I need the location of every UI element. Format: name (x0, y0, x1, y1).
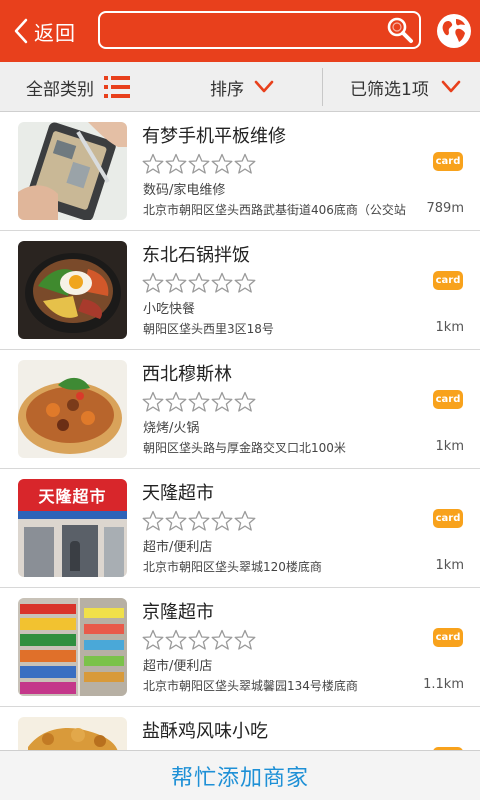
merchant-distance: 789m (426, 201, 464, 216)
merchant-address: 朝阳区垡头西里3区18号 (143, 322, 274, 336)
merchant-address: 北京市朝阳区垡头西路武基街道406底商（公交站 (143, 203, 406, 217)
star-outline-icon (142, 391, 164, 412)
list-item[interactable]: 京隆超市 超市/便利店 北京市朝阳区垡头翠城馨园134号楼底商 1.1km ca… (0, 588, 480, 707)
star-outline-icon (142, 510, 164, 531)
star-outline-icon (142, 272, 164, 293)
star-outline-icon (165, 272, 187, 293)
selected-filter-label: 已筛选1项 (350, 79, 429, 100)
star-outline-icon (188, 629, 210, 650)
list-icon (104, 76, 130, 98)
rating-stars (142, 272, 257, 294)
merchant-address: 北京市朝阳区垡头翠城馨园134号楼底商 (143, 679, 358, 693)
globe-icon[interactable] (436, 13, 472, 49)
merchant-distance: 1km (435, 439, 464, 454)
merchant-distance: 1km (435, 558, 464, 573)
merchant-name: 西北穆斯林 (142, 364, 232, 385)
merchant-distance: 1km (435, 320, 464, 335)
list-item[interactable]: 东北石锅拌饭 小吃快餐 朝阳区垡头西里3区18号 1km card (0, 231, 480, 350)
search-icon[interactable] (385, 15, 415, 45)
merchant-name: 东北石锅拌饭 (142, 245, 250, 266)
chevron-down-icon (441, 80, 461, 93)
merchant-distance: 1.1km (423, 677, 464, 692)
merchant-name: 天隆超市 (142, 483, 214, 504)
search-input[interactable] (100, 13, 380, 47)
rating-stars (142, 629, 257, 651)
star-outline-icon (211, 629, 233, 650)
sort-filter[interactable]: 排序 (210, 62, 274, 112)
back-label: 返回 (34, 20, 76, 45)
star-outline-icon (165, 391, 187, 412)
sort-label: 排序 (210, 79, 244, 100)
all-categories-filter[interactable]: 全部类别 (26, 62, 130, 112)
card-badge: card (433, 509, 463, 528)
star-outline-icon (234, 391, 256, 412)
card-badge: card (433, 628, 463, 647)
star-outline-icon (234, 153, 256, 174)
app-root: 返回 全部类别 排序 已筛选1项 有梦手机平板维修 数码/家电维修 北京市朝阳区… (0, 0, 480, 800)
add-merchant-button[interactable]: 帮忙添加商家 (0, 750, 480, 800)
merchant-category: 小吃快餐 (143, 302, 196, 317)
merchant-category: 数码/家电维修 (143, 183, 226, 198)
list-item[interactable]: 西北穆斯林 烧烤/火锅 朝阳区垡头路与厚金路交叉口北100米 1km card (0, 350, 480, 469)
merchant-thumbnail (18, 717, 127, 750)
back-button[interactable]: 返回 (14, 12, 76, 50)
star-outline-icon (165, 629, 187, 650)
merchant-list: 有梦手机平板维修 数码/家电维修 北京市朝阳区垡头西路武基街道406底商（公交站… (0, 112, 480, 750)
rating-stars (142, 153, 257, 175)
star-outline-icon (234, 272, 256, 293)
star-outline-icon (165, 153, 187, 174)
star-outline-icon (234, 510, 256, 531)
star-outline-icon (234, 629, 256, 650)
list-item[interactable]: 天隆超市 天隆超市 超市/便利店 北京市朝阳区垡头翠城120楼底商 1km ca… (0, 469, 480, 588)
star-outline-icon (165, 510, 187, 531)
merchant-thumbnail: 天隆超市 (18, 479, 127, 577)
merchant-category: 烧烤/火锅 (143, 421, 200, 436)
star-outline-icon (211, 510, 233, 531)
top-bar: 返回 (0, 0, 480, 62)
merchant-thumbnail (18, 122, 127, 220)
star-outline-icon (211, 153, 233, 174)
search-box (98, 11, 421, 49)
merchant-thumbnail (18, 360, 127, 458)
filter-bar: 全部类别 排序 已筛选1项 (0, 62, 480, 112)
star-outline-icon (211, 272, 233, 293)
merchant-name: 京隆超市 (142, 602, 214, 623)
star-outline-icon (142, 629, 164, 650)
all-categories-label: 全部类别 (26, 79, 94, 100)
star-outline-icon (188, 153, 210, 174)
selected-filter[interactable]: 已筛选1项 (350, 62, 461, 112)
card-badge: card (433, 390, 463, 409)
merchant-address: 朝阳区垡头路与厚金路交叉口北100米 (143, 441, 346, 455)
card-badge: card (433, 271, 463, 290)
star-outline-icon (188, 510, 210, 531)
merchant-category: 超市/便利店 (143, 540, 213, 555)
list-item[interactable]: 盐酥鸡风味小吃 card (0, 707, 480, 750)
merchant-name: 盐酥鸡风味小吃 (142, 721, 268, 742)
chevron-down-icon (254, 80, 274, 93)
star-outline-icon (188, 272, 210, 293)
add-merchant-label: 帮忙添加商家 (170, 765, 309, 791)
merchant-category: 超市/便利店 (143, 659, 213, 674)
star-outline-icon (142, 153, 164, 174)
storefront-sign-text: 天隆超市 (38, 487, 107, 506)
star-outline-icon (188, 391, 210, 412)
merchant-thumbnail (18, 241, 127, 339)
rating-stars (142, 510, 257, 532)
chevron-left-icon (14, 18, 28, 44)
merchant-name: 有梦手机平板维修 (142, 126, 286, 147)
card-badge: card (433, 152, 463, 171)
merchant-thumbnail (18, 598, 127, 696)
star-outline-icon (211, 391, 233, 412)
rating-stars (142, 391, 257, 413)
filter-divider (322, 68, 323, 106)
list-item[interactable]: 有梦手机平板维修 数码/家电维修 北京市朝阳区垡头西路武基街道406底商（公交站… (0, 112, 480, 231)
merchant-address: 北京市朝阳区垡头翠城120楼底商 (143, 560, 322, 574)
